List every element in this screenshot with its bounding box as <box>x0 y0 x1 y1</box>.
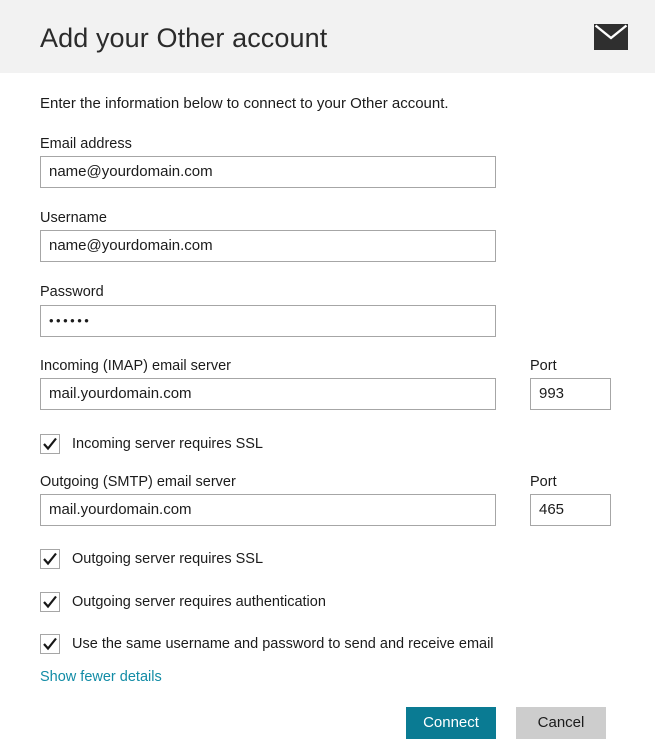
checkmark-icon <box>42 636 58 652</box>
outgoing-ssl-checkbox-row[interactable]: Outgoing server requires SSL <box>40 548 263 570</box>
email-address-input[interactable]: name@yourdomain.com <box>40 156 496 188</box>
outgoing-ssl-label: Outgoing server requires SSL <box>72 551 263 567</box>
incoming-port-input[interactable]: 993 <box>530 378 611 410</box>
outgoing-auth-label: Outgoing server requires authentication <box>72 594 326 610</box>
incoming-ssl-label: Incoming server requires SSL <box>72 436 263 452</box>
outgoing-ssl-checkbox[interactable] <box>40 549 60 569</box>
same-credentials-label: Use the same username and password to se… <box>72 636 494 652</box>
outgoing-server-label: Outgoing (SMTP) email server <box>40 474 236 490</box>
outgoing-port-label: Port <box>530 474 557 490</box>
window-titlebar: Add your Other account <box>0 0 655 73</box>
same-credentials-checkbox-row[interactable]: Use the same username and password to se… <box>40 633 494 655</box>
incoming-server-input[interactable]: mail.yourdomain.com <box>40 378 496 410</box>
same-credentials-checkbox[interactable] <box>40 634 60 654</box>
page-title: Add your Other account <box>40 21 327 55</box>
checkmark-icon <box>42 436 58 452</box>
incoming-ssl-checkbox[interactable] <box>40 434 60 454</box>
checkmark-icon <box>42 594 58 610</box>
dialog-body: Enter the information below to connect t… <box>0 73 655 756</box>
username-input[interactable]: name@yourdomain.com <box>40 230 496 262</box>
incoming-server-label: Incoming (IMAP) email server <box>40 358 231 374</box>
intro-text: Enter the information below to connect t… <box>40 95 449 112</box>
password-input[interactable]: •••••• <box>40 305 496 337</box>
incoming-ssl-checkbox-row[interactable]: Incoming server requires SSL <box>40 433 263 455</box>
show-fewer-details-link[interactable]: Show fewer details <box>40 669 162 685</box>
outgoing-port-input[interactable]: 465 <box>530 494 611 526</box>
incoming-port-label: Port <box>530 358 557 374</box>
email-address-label: Email address <box>40 136 132 152</box>
envelope-icon <box>594 24 628 50</box>
outgoing-auth-checkbox-row[interactable]: Outgoing server requires authentication <box>40 591 326 613</box>
cancel-button[interactable]: Cancel <box>516 707 606 739</box>
outgoing-server-input[interactable]: mail.yourdomain.com <box>40 494 496 526</box>
username-label: Username <box>40 210 107 226</box>
outgoing-auth-checkbox[interactable] <box>40 592 60 612</box>
password-label: Password <box>40 284 104 300</box>
checkmark-icon <box>42 551 58 567</box>
connect-button[interactable]: Connect <box>406 707 496 739</box>
